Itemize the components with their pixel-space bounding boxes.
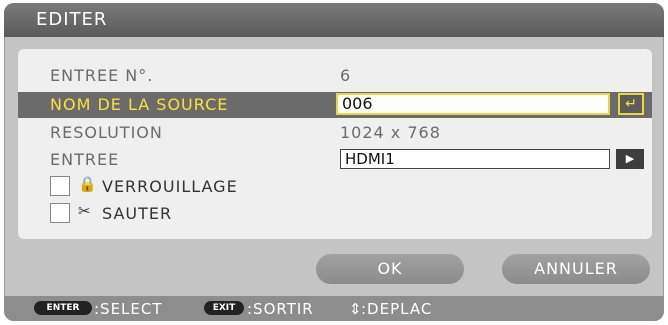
skip-icon: ✂ bbox=[78, 202, 91, 220]
lock-label: VERROUILLAGE bbox=[102, 177, 238, 196]
input-label: ENTREE bbox=[50, 150, 120, 169]
title-bar: EDITER bbox=[4, 3, 664, 37]
row-source-name[interactable]: NOM DE LA SOURCE 006 ↵ bbox=[18, 92, 652, 118]
edit-dialog: EDITER ENTREE N°. 6 NOM DE LA SOURCE 006… bbox=[4, 3, 664, 321]
source-name-input[interactable]: 006 bbox=[336, 93, 610, 115]
row-resolution: RESOLUTION 1024 x 768 bbox=[18, 120, 652, 146]
form-panel: ENTREE N°. 6 NOM DE LA SOURCE 006 ↵ RESO… bbox=[18, 49, 652, 239]
entry-number-value: 6 bbox=[340, 66, 352, 85]
lock-icon: 🔒 bbox=[78, 175, 97, 193]
row-lock[interactable]: 🔒 VERROUILLAGE bbox=[18, 175, 652, 201]
skip-label: SAUTER bbox=[102, 204, 173, 223]
cancel-button[interactable]: ANNULER bbox=[502, 254, 650, 284]
entry-number-label: ENTREE N°. bbox=[50, 66, 154, 85]
exit-key-badge: EXIT bbox=[204, 301, 244, 315]
key-hints-bar: ENTER :SELECT EXIT :SORTIR ⇕ :DEPLAC bbox=[4, 296, 664, 321]
play-arrow-icon[interactable]: ▶ bbox=[616, 149, 644, 169]
resolution-label: RESOLUTION bbox=[50, 123, 163, 142]
input-select[interactable]: HDMI1 bbox=[340, 149, 610, 169]
row-skip[interactable]: ✂ SAUTER bbox=[18, 202, 652, 228]
source-name-label: NOM DE LA SOURCE bbox=[50, 95, 229, 114]
dialog-title: EDITER bbox=[36, 9, 108, 30]
move-hint: :DEPLAC bbox=[361, 300, 433, 318]
exit-hint: :SORTIR bbox=[247, 300, 314, 318]
ok-button[interactable]: OK bbox=[316, 254, 464, 284]
enter-hint: :SELECT bbox=[94, 300, 163, 318]
skip-checkbox[interactable] bbox=[50, 203, 70, 223]
return-arrow-icon[interactable]: ↵ bbox=[618, 93, 644, 115]
resolution-value: 1024 x 768 bbox=[340, 123, 441, 142]
row-input[interactable]: ENTREE HDMI1 ▶ bbox=[18, 147, 652, 173]
lock-checkbox[interactable] bbox=[50, 176, 70, 196]
row-entry-number: ENTREE N°. 6 bbox=[18, 63, 652, 89]
enter-key-badge: ENTER bbox=[34, 301, 92, 315]
